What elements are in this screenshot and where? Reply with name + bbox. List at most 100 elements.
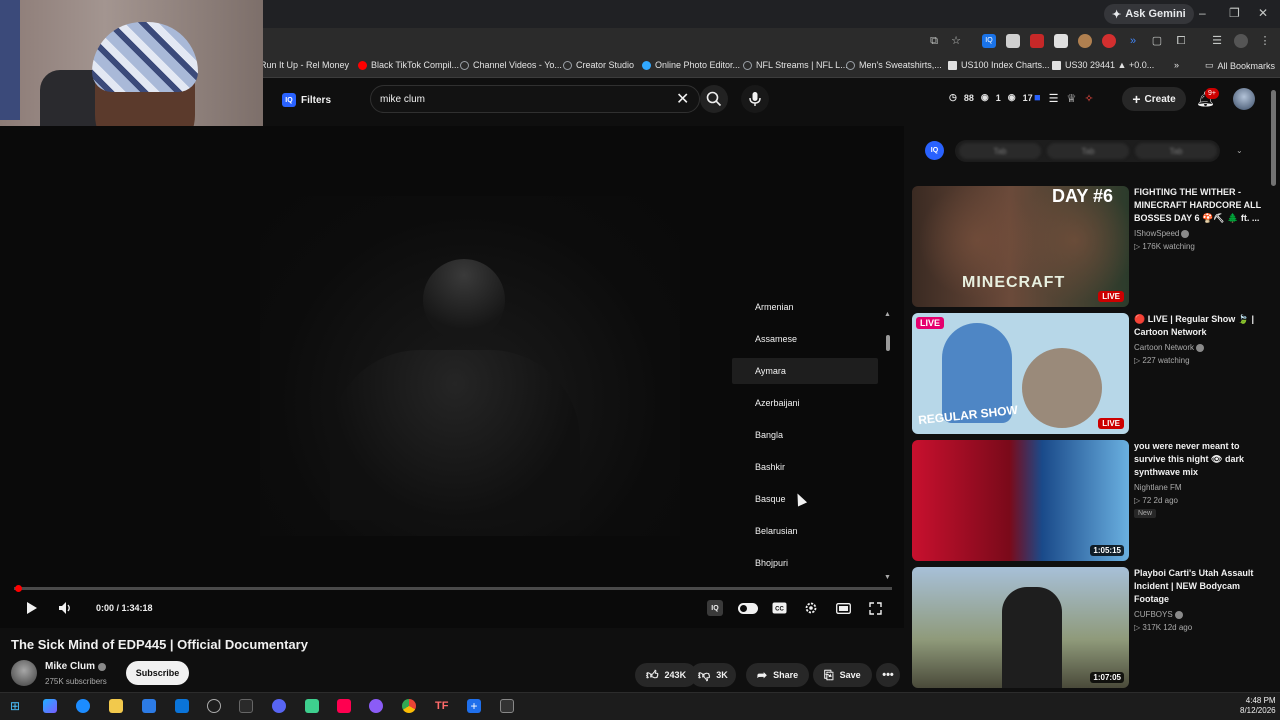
share-button[interactable]: ➦ Share (746, 663, 810, 687)
recommended-video-thumbnail[interactable]: DAY #6 MINECRAFT LIVE (912, 186, 1129, 307)
discord-icon[interactable] (272, 699, 286, 713)
iq-tab[interactable]: Tab (1135, 143, 1217, 159)
all-bookmarks-button[interactable]: ▭ All Bookmarks (1205, 60, 1275, 71)
bookmark-item[interactable]: US100 Index Charts... (948, 60, 1050, 70)
theater-mode-button[interactable] (835, 600, 851, 616)
language-option[interactable]: Belarusian (732, 518, 878, 544)
bookmarks-overflow-icon[interactable]: » (1174, 60, 1179, 70)
app-icon[interactable] (369, 699, 383, 713)
app-icon[interactable] (305, 699, 319, 713)
trophy-icon[interactable]: ♕ (1067, 92, 1077, 105)
recommended-channel[interactable]: Nightlane FM (1134, 483, 1182, 492)
channel-avatar[interactable] (11, 660, 37, 686)
recommended-video-title[interactable]: FIGHTING THE WITHER - MINECRAFT HARDCORE… (1134, 186, 1264, 225)
reading-list-icon[interactable]: ☰ (1210, 34, 1224, 48)
play-button[interactable] (24, 600, 40, 616)
recommended-video-title[interactable]: Playboi Carti's Utah Assault Incident | … (1134, 567, 1264, 606)
extension-icon[interactable]: ▢ (1150, 34, 1164, 48)
autoplay-toggle[interactable] (738, 603, 758, 614)
app-icon[interactable] (500, 699, 514, 713)
extension-icon[interactable]: » (1126, 34, 1140, 48)
extension-icon[interactable] (1078, 34, 1092, 48)
extensions-puzzle-icon[interactable]: ⧠ (1174, 34, 1188, 48)
install-app-icon[interactable]: ⧉ (927, 34, 941, 48)
bookmark-item[interactable]: Channel Videos - Yo... (460, 60, 562, 70)
close-window-icon[interactable]: ✕ (1258, 6, 1268, 20)
menu-scrollbar[interactable] (886, 335, 890, 351)
extension-icon[interactable] (1006, 34, 1020, 48)
recommended-video-title[interactable]: you were never meant to survive this nig… (1134, 440, 1264, 479)
language-option-selected[interactable]: Aymara (732, 358, 878, 384)
recommended-channel[interactable]: Cartoon Network (1134, 343, 1205, 352)
subtitles-button[interactable]: CC (771, 600, 787, 616)
steam-icon[interactable] (207, 699, 221, 713)
tiktok-icon[interactable] (337, 699, 351, 713)
search-input[interactable] (380, 92, 660, 106)
bookmark-item[interactable]: Creator Studio (563, 60, 634, 70)
volume-button[interactable] (57, 600, 73, 616)
voice-search-button[interactable] (741, 85, 769, 113)
recommended-video-title[interactable]: 🔴 LIVE | Regular Show 🍃 | Cartoon Networ… (1134, 313, 1264, 339)
search-button[interactable] (700, 85, 728, 113)
list-icon[interactable]: ☰ (1049, 92, 1059, 105)
iq-logo-icon[interactable]: IQ (925, 141, 944, 160)
taskbar-clock[interactable]: 4:48 PM 8/12/2026 (1240, 696, 1276, 716)
chevron-down-icon[interactable]: ⌄ (1236, 146, 1243, 155)
subscribe-button[interactable]: Subscribe (126, 661, 189, 685)
bookmark-item[interactable]: US30 29441 ▲ +0.0... (1052, 60, 1154, 70)
more-actions-button[interactable]: ••• (876, 663, 900, 687)
clear-search-icon[interactable]: ✕ (676, 89, 689, 109)
language-option[interactable]: Bashkir (732, 454, 878, 480)
alert-icon[interactable]: ✧ (1084, 92, 1093, 105)
mail-icon[interactable] (175, 699, 189, 713)
iq-tab[interactable]: Tab (1047, 143, 1129, 159)
bookmark-item[interactable]: Men's Sweatshirts,... (846, 60, 942, 70)
iq-player-icon[interactable]: IQ (707, 600, 723, 616)
language-option[interactable]: Armenian (732, 300, 878, 320)
settings-button[interactable] (803, 600, 819, 616)
bookmark-star-icon[interactable]: ☆ (949, 34, 963, 48)
fullscreen-button[interactable] (867, 600, 883, 616)
create-button[interactable]: + Create (1122, 87, 1186, 111)
menu-scroll-up-icon[interactable]: ▲ (884, 311, 891, 318)
language-option[interactable]: Assamese (732, 326, 878, 352)
recommended-channel[interactable]: CUFBOYS (1134, 610, 1183, 619)
ask-gemini-button[interactable]: ✦ Ask Gemini (1104, 4, 1194, 24)
progress-bar[interactable] (14, 587, 892, 590)
bookmark-item[interactable]: NFL Streams | NFL L... (743, 60, 848, 70)
copilot-icon[interactable] (43, 699, 57, 713)
iq-tab[interactable]: Tab (959, 143, 1041, 159)
windows-start-icon[interactable]: ⊞ (10, 699, 24, 713)
profile-avatar-icon[interactable] (1234, 34, 1248, 48)
app-icon[interactable]: + (467, 699, 481, 713)
app-icon[interactable]: TF (435, 699, 449, 713)
chrome-icon[interactable] (402, 699, 416, 713)
store-icon[interactable] (142, 699, 156, 713)
recommended-video-thumbnail[interactable]: LIVE REGULAR SHOW LIVE (912, 313, 1129, 434)
bookmark-item[interactable]: Online Photo Editor... (642, 60, 740, 70)
minimize-icon[interactable]: – (1199, 6, 1206, 20)
language-option[interactable]: Bangla (732, 422, 878, 448)
iq-extension-icon[interactable]: ■ (1034, 92, 1041, 105)
edge-icon[interactable] (76, 699, 90, 713)
extension-icon[interactable] (1030, 34, 1044, 48)
channel-name-link[interactable]: Mike Clum (45, 661, 107, 672)
recommended-channel[interactable]: IShowSpeed (1134, 229, 1190, 238)
save-button[interactable]: ⎘ Save (813, 663, 872, 687)
epic-games-icon[interactable] (239, 699, 253, 713)
extension-icon[interactable] (1102, 34, 1116, 48)
bookmark-item[interactable]: Run It Up - Rel Money (260, 60, 349, 70)
recommended-video-thumbnail[interactable]: 1:07:05 (912, 567, 1129, 688)
dislike-button[interactable]: 👎︎ 3K (690, 663, 736, 687)
extension-icon[interactable] (1054, 34, 1068, 48)
extension-icon[interactable]: IQ (982, 34, 996, 48)
bookmark-item[interactable]: Black TikTok Compil... (358, 60, 459, 70)
language-option[interactable]: Azerbaijani (732, 390, 878, 416)
language-option[interactable]: Bhojpuri (732, 550, 878, 576)
recommended-video-thumbnail[interactable]: 1:05:15 (912, 440, 1129, 561)
filters-button[interactable]: IQ Filters (282, 90, 331, 110)
account-avatar[interactable] (1233, 88, 1255, 110)
like-button[interactable]: 👍︎ 243K (635, 663, 698, 687)
browser-menu-icon[interactable]: ⋮ (1258, 34, 1272, 48)
progress-scrubber[interactable] (15, 585, 22, 592)
